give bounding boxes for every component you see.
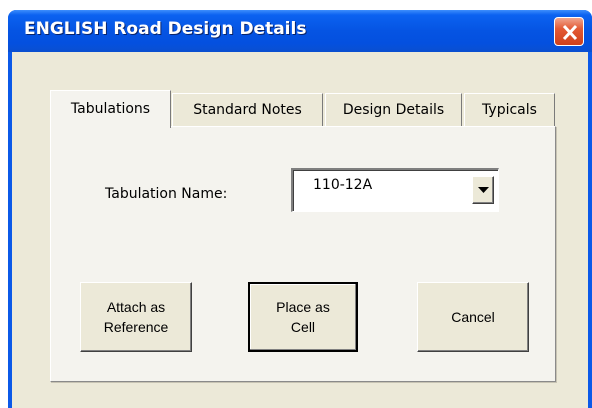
close-button[interactable] [554, 17, 584, 46]
tab-typicals-label: Typicals [482, 102, 537, 118]
tab-standard-notes-label: Standard Notes [193, 102, 302, 118]
place-as-cell-label: Place as Cell [276, 299, 330, 335]
tabulation-name-combobox[interactable]: 110-12A [291, 168, 499, 212]
combobox-dropdown-button[interactable] [472, 176, 494, 204]
tab-design-details[interactable]: Design Details [325, 93, 462, 127]
attach-as-reference-label: Attach as Reference [103, 299, 169, 335]
tab-standard-notes[interactable]: Standard Notes [172, 93, 323, 127]
window-title: ENGLISH Road Design Details [24, 19, 307, 39]
tabulation-name-label: Tabulation Name: [105, 186, 228, 202]
tab-typicals[interactable]: Typicals [464, 93, 555, 127]
tab-tabulations-label: Tabulations [70, 101, 151, 117]
chevron-down-icon [478, 187, 489, 193]
close-icon [562, 24, 578, 41]
cancel-button[interactable]: Cancel [417, 282, 529, 352]
tabulation-name-value: 110-12A [313, 177, 373, 193]
title-bar[interactable]: ENGLISH Road Design Details [8, 10, 592, 52]
attach-as-reference-button[interactable]: Attach as Reference [80, 282, 192, 352]
tab-design-details-label: Design Details [342, 102, 445, 118]
cancel-label: Cancel [451, 309, 495, 325]
tab-tabulations[interactable]: Tabulations [50, 90, 171, 128]
place-as-cell-button[interactable]: Place as Cell [248, 282, 358, 352]
